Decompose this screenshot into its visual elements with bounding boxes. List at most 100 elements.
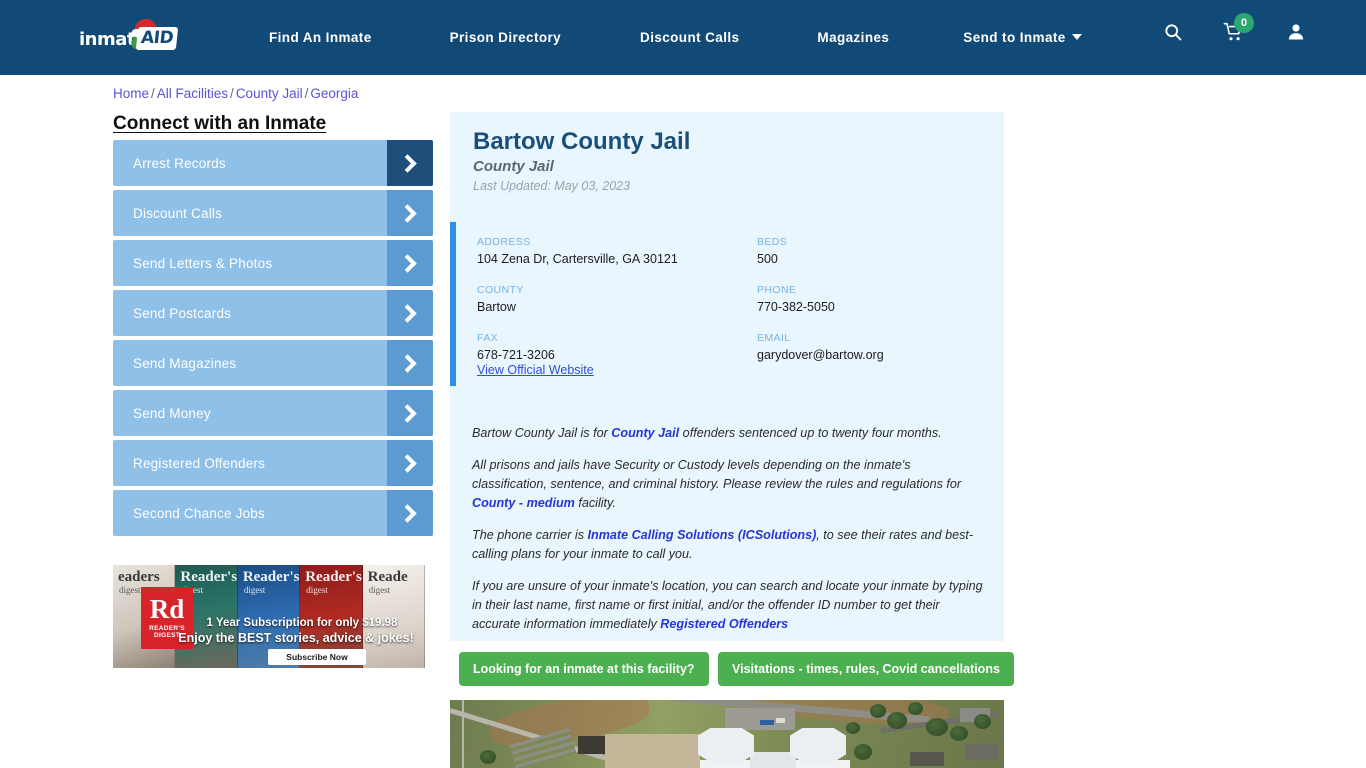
sidebar-item-label: Send Postcards	[133, 305, 232, 321]
description-paragraph-1: Bartow County Jail is for County Jail of…	[472, 424, 987, 443]
sidebar-item-label: Arrest Records	[133, 155, 226, 171]
map-vehicle	[760, 720, 774, 725]
sidebar-menu: Arrest Records Discount Calls Send Lette…	[113, 140, 433, 540]
map-tree	[974, 714, 991, 729]
facility-description: Bartow County Jail is for County Jail of…	[472, 424, 987, 647]
facility-aerial-map-image[interactable]	[450, 700, 1004, 768]
detail-value: 500	[757, 252, 778, 266]
map-tree	[908, 702, 923, 715]
ad-headline-1: 1 Year Subscription for only $19.98	[206, 617, 398, 629]
desc-p1-link-county-jail[interactable]: County Jail	[611, 426, 679, 440]
map-cellblock-pod	[698, 728, 754, 762]
map-building-connector	[750, 752, 796, 768]
description-paragraph-2: All prisons and jails have Security or C…	[472, 456, 987, 513]
detail-label: PHONE	[757, 284, 797, 296]
ad-logo-mark: Rd	[149, 593, 185, 624]
sidebar-item-label: Send Money	[133, 405, 211, 421]
visitation-info-button[interactable]: Visitations - times, rules, Covid cancel…	[718, 652, 1014, 686]
breadcrumb-separator: /	[151, 86, 155, 101]
breadcrumb-item-home[interactable]: Home	[113, 86, 149, 101]
ad-cover-title: Reader's	[242, 569, 300, 585]
sidebar-item-registered-offenders[interactable]: Registered Offenders	[113, 440, 433, 486]
sidebar-item-label: Second Chance Jobs	[133, 505, 265, 521]
top-navigation-bar: inmate AID Find An Inmate Prison Directo…	[0, 0, 1366, 75]
detail-field-email: EMAIL garydover@bartow.org	[757, 332, 987, 362]
ad-cover-sub: digest	[368, 585, 391, 595]
desc-p4-link-registered-offenders[interactable]: Registered Offenders	[660, 617, 788, 631]
nav-item-send-to-inmate-label: Send to Inmate	[963, 30, 1066, 45]
detail-label: FAX	[477, 332, 499, 344]
detail-field-beds: BEDS 500	[757, 236, 987, 266]
map-tree	[480, 750, 496, 764]
desc-p1-text-a: Bartow County Jail is for	[472, 426, 612, 440]
breadcrumb-item-georgia[interactable]: Georgia	[310, 86, 358, 101]
map-vehicle	[776, 718, 785, 723]
chevron-right-icon	[387, 390, 433, 436]
ad-cover-sub: digest	[119, 585, 141, 595]
map-building	[578, 736, 608, 754]
sidebar-item-send-letters-photos[interactable]: Send Letters & Photos	[113, 240, 433, 286]
desc-p3-link-icsolutions[interactable]: Inmate Calling Solutions (ICSolutions)	[588, 528, 817, 542]
nav-item-prison-directory[interactable]: Prison Directory	[450, 30, 561, 45]
detail-value: 678-721-3206	[477, 348, 555, 362]
breadcrumb-item-all-facilities[interactable]: All Facilities	[157, 86, 228, 101]
breadcrumb-item-county-jail[interactable]: County Jail	[236, 86, 303, 101]
nav-item-discount-calls[interactable]: Discount Calls	[640, 30, 739, 45]
sidebar-item-label: Send Letters & Photos	[133, 255, 273, 271]
map-tree	[887, 712, 907, 729]
map-fence-line	[462, 700, 464, 768]
cart-icon[interactable]: 0	[1223, 13, 1254, 47]
detail-value: 770-382-5050	[757, 300, 835, 314]
sidebar-item-send-money[interactable]: Send Money	[113, 390, 433, 436]
map-building	[910, 752, 944, 766]
site-logo[interactable]: inmate AID	[79, 16, 184, 55]
user-account-icon[interactable]	[1286, 22, 1306, 47]
sidebar-item-send-magazines[interactable]: Send Magazines	[113, 340, 433, 386]
detail-label: EMAIL	[757, 332, 791, 344]
desc-p3-text-a: The phone carrier is	[472, 528, 588, 542]
sidebar-item-second-chance-jobs[interactable]: Second Chance Jobs	[113, 490, 433, 536]
map-building	[966, 744, 998, 760]
sidebar-item-label: Send Magazines	[133, 355, 237, 371]
ad-cover-title: Reader's	[305, 569, 362, 585]
desc-p2-text-a: All prisons and jails have Security or C…	[472, 458, 962, 491]
chevron-right-icon	[387, 190, 433, 236]
ad-subscribe-button[interactable]: Subscribe Now	[268, 649, 366, 665]
sidebar-item-label: Registered Offenders	[133, 455, 266, 471]
detail-value: Bartow	[477, 300, 516, 314]
cart-count-badge: 0	[1234, 13, 1254, 33]
chevron-right-icon	[387, 290, 433, 336]
detail-field-fax: FAX 678-721-3206	[477, 332, 757, 362]
desc-p2-link-county-medium[interactable]: County - medium	[472, 496, 575, 510]
facility-details-grid: ADDRESS 104 Zena Dr, Cartersville, GA 30…	[477, 236, 987, 362]
sidebar-item-discount-calls[interactable]: Discount Calls	[113, 190, 433, 236]
panel-accent-bar	[450, 222, 456, 386]
ad-headline-2: Enjoy the BEST stories, advice & jokes!	[178, 631, 414, 645]
detail-value: garydover@bartow.org	[757, 348, 884, 362]
logo-text-aid: AID	[135, 26, 179, 50]
ad-cover-title: Reader's	[180, 569, 238, 585]
inmate-lookup-button[interactable]: Looking for an inmate at this facility?	[459, 652, 709, 686]
detail-value: 104 Zena Dr, Cartersville, GA 30121	[477, 252, 678, 266]
ad-cover-title: Reade	[367, 569, 408, 585]
sidebar-heading: Connect with an Inmate	[113, 113, 327, 134]
facility-type-label: County Jail	[473, 158, 554, 175]
view-official-website-link[interactable]: View Official Website	[477, 363, 594, 377]
map-tree	[870, 704, 886, 718]
detail-field-phone: PHONE 770-382-5050	[757, 284, 987, 314]
nav-item-magazines[interactable]: Magazines	[817, 30, 889, 45]
nav-item-find-an-inmate[interactable]: Find An Inmate	[269, 30, 372, 45]
nav-item-send-to-inmate[interactable]: Send to Inmate	[963, 30, 1082, 45]
chevron-right-icon	[387, 240, 433, 286]
detail-field-county: COUNTY Bartow	[477, 284, 757, 314]
ad-cover-sub: digest	[243, 585, 266, 595]
page-title: Bartow County Jail	[473, 128, 691, 155]
chevron-down-icon	[1071, 34, 1082, 40]
sidebar-item-send-postcards[interactable]: Send Postcards	[113, 290, 433, 336]
map-building-main	[605, 734, 700, 768]
chevron-right-icon	[387, 340, 433, 386]
breadcrumb-separator: /	[230, 86, 234, 101]
search-icon[interactable]	[1163, 22, 1183, 47]
advertisement-banner[interactable]: eaders digest Reader's digest Reader's d…	[113, 565, 425, 668]
sidebar-item-arrest-records[interactable]: Arrest Records	[113, 140, 433, 186]
